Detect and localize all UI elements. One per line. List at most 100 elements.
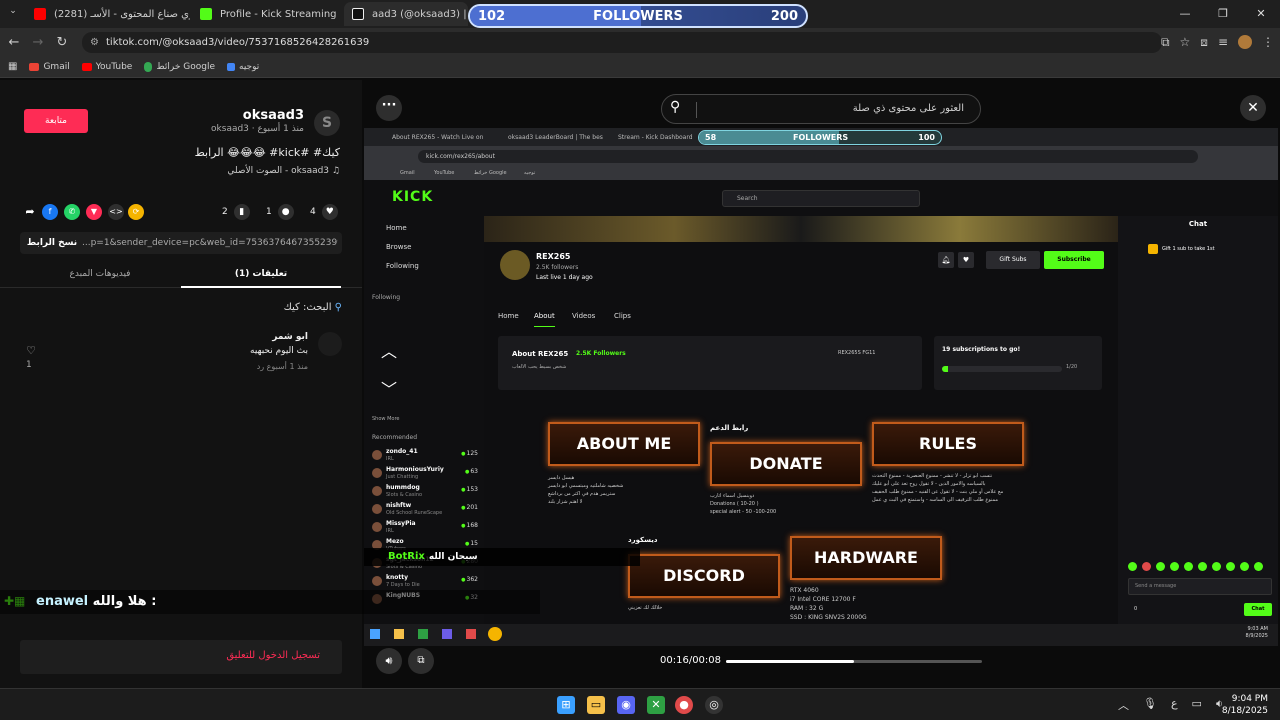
comments-stat[interactable]: 1 ● (266, 204, 294, 220)
reload-icon[interactable]: ↻ (50, 35, 74, 50)
bookmarks-bar: ▦ Gmail YouTube خرائط Google توجيه (0, 56, 1280, 78)
commenter-name[interactable]: ابو شمر (272, 332, 308, 342)
seek-bar[interactable] (726, 660, 982, 663)
forward-icon[interactable]: → (26, 35, 50, 50)
chrome-icon (488, 627, 502, 641)
kick-rec-name: MissyPia (386, 520, 416, 527)
close-video-button[interactable]: ✕ (1240, 95, 1266, 121)
comment-meta[interactable]: منذ 1 أسبوع رد (257, 362, 308, 371)
tab-list-dropdown[interactable]: ⌄ (4, 6, 22, 22)
media-icon[interactable]: ≡ (1218, 35, 1228, 49)
emote-icon (1240, 562, 1249, 571)
tab-comments[interactable]: (1) تعليقات (181, 262, 341, 288)
kick-goal-text: 19 subscriptions to go! (942, 346, 1021, 353)
related-search-input[interactable]: ⚲ العثور على محتوى ذي صلة (661, 94, 981, 124)
inner-tab: oksaad3 LeaderBoard | The bes (508, 134, 603, 141)
language-indicator[interactable]: ع (1171, 697, 1178, 713)
video-caption: الرابط 😂😂😂 #kick# #كيك (194, 146, 340, 159)
volume-button[interactable]: 🔊︎ (376, 648, 402, 674)
clock-time: 9:04 PM (1231, 694, 1268, 704)
tab-creator-videos[interactable]: فيديوهات المبدع (20, 262, 180, 286)
next-video-icon[interactable]: ﹀ (374, 376, 404, 399)
video-frame: About REX265 - Watch Live on oksaad3 Lea… (364, 128, 1278, 646)
kick-chat-title: Chat (1188, 220, 1208, 228)
tab-title: دوري صناع المحتوى - الأسـ (2281) (54, 8, 190, 20)
kick-rec-viewers: 153 (461, 486, 478, 493)
cast-icon[interactable]: ⧉ (1161, 35, 1170, 50)
overlay-chat-message: هلا والله : (92, 594, 157, 609)
facebook-icon[interactable]: f (42, 204, 58, 220)
bookmark-label: Gmail (43, 61, 70, 72)
music-icon: ♫ (331, 166, 340, 176)
obs-icon[interactable]: ◎ (705, 696, 723, 714)
bookmark-star-icon[interactable]: ☆ (1180, 35, 1191, 49)
comment-login-box[interactable]: تسجيل الدخول للتعليق (20, 640, 342, 674)
menu-icon[interactable]: ⋮ (1262, 35, 1274, 49)
url-field[interactable]: ⚙ tiktok.com/@oksaad3/video/753716852642… (82, 32, 1162, 53)
tab-tiktok[interactable]: aad3 (@oksaad3) | TikTok (344, 2, 468, 26)
search-icon[interactable]: ⚲ (670, 99, 680, 115)
back-icon[interactable]: ← (2, 35, 26, 50)
kick-subscribe: Subscribe (1044, 251, 1104, 269)
inner-tab: Stream - Kick Dashboard (618, 134, 693, 141)
network-icon[interactable]: ▭ (1192, 697, 1202, 713)
share-arrow-icon[interactable]: ➦ (22, 204, 38, 220)
comment-item: ابو شمر بث اليوم نحبهيه منذ 1 أسبوع رد ♡… (20, 330, 342, 380)
previous-video-icon[interactable]: ︿ (374, 338, 404, 361)
minimize-button[interactable]: — (1166, 0, 1204, 28)
embed-icon[interactable]: <> (108, 204, 124, 220)
emote-icon (1254, 562, 1263, 571)
comment-text: بث اليوم نحبهيه (250, 346, 308, 356)
link-row: نسخ الرابط ...p=1&sender_device=pc&web_i… (20, 232, 342, 254)
search-suggestion[interactable]: البحث: كيك ⚲ (150, 302, 342, 313)
tab-kick-profile[interactable]: Profile - Kick Streaming ✕ (192, 2, 342, 26)
kick-recommended-item: hummdogSlots & Casino 153 (372, 484, 478, 502)
file-explorer-icon[interactable]: ▭ (587, 696, 605, 714)
about-me-panel: ABOUT ME (548, 422, 700, 466)
bookmark-directions[interactable]: توجيه (227, 62, 259, 72)
hardware-panel: HARDWARE (790, 536, 942, 580)
followers-current: 102 (478, 8, 506, 24)
follow-button[interactable]: متابعة (24, 109, 88, 133)
windows-icon (370, 629, 380, 639)
inner-taskbar: 9:03 AM 8/9/2025 (364, 624, 1278, 646)
chevron-up-icon[interactable]: ︿ (1118, 697, 1129, 713)
windows-start-icon[interactable]: ⊞ (557, 696, 575, 714)
repost-icon[interactable]: ⟳ (128, 204, 144, 220)
bookmark-gmail[interactable]: Gmail (29, 61, 70, 72)
apps-icon[interactable]: ▦ (8, 61, 17, 72)
kick-recommended-heading: Recommended (372, 434, 418, 441)
commenter-avatar[interactable] (318, 332, 342, 356)
kick-rec-avatar (372, 468, 382, 478)
emote-icon (1128, 562, 1137, 571)
maximize-button[interactable]: ❐ (1204, 0, 1242, 28)
picture-in-picture-button[interactable]: ⧉ (408, 648, 434, 674)
likes-stat[interactable]: 4 ♥ (310, 204, 338, 220)
more-options-button[interactable]: ··· (376, 95, 402, 121)
extensions-icon[interactable]: ⧈ (1200, 35, 1208, 50)
saves-stat[interactable]: 2 ▮ (222, 204, 250, 220)
bookmark-maps[interactable]: خرائط Google (144, 61, 215, 72)
close-window-button[interactable]: ✕ (1242, 0, 1280, 28)
sound-label[interactable]: الصوت الأصلي - oksaad3 ♫ (120, 166, 340, 176)
post-subline: oksaad3 · منذ 1 أسبوع (211, 124, 304, 134)
login-to-comment-link[interactable]: تسجيل الدخول للتعليق (226, 650, 320, 661)
discord-icon[interactable]: ◉ (617, 696, 635, 714)
system-clock[interactable]: 9:04 PM 8/18/2025 (1222, 693, 1268, 717)
avatar[interactable]: S (314, 110, 340, 136)
username[interactable]: oksaad3 (200, 108, 304, 123)
bookmark-youtube[interactable]: YouTube (81, 62, 132, 72)
emote-icon (1142, 562, 1151, 571)
copy-link-button[interactable]: نسخ الرابط (24, 235, 80, 251)
share-link-text[interactable]: ...p=1&sender_device=pc&web_id=753637646… (82, 232, 338, 254)
tab-youtube[interactable]: دوري صناع المحتوى - الأسـ (2281) ✕ (26, 2, 190, 26)
youtube-icon (81, 62, 92, 71)
comment-like-icon[interactable]: ♡ (24, 344, 38, 357)
chrome-icon[interactable]: ● (675, 696, 693, 714)
site-info-icon[interactable]: ⚙ (90, 32, 99, 53)
profile-avatar[interactable] (1238, 35, 1252, 49)
mic-icon[interactable]: 🎙︎ (1143, 697, 1157, 713)
app-icon[interactable]: ✕ (647, 696, 665, 714)
whatsapp-icon[interactable]: ✆ (64, 204, 80, 220)
telegram-icon[interactable]: ▼ (86, 204, 102, 220)
